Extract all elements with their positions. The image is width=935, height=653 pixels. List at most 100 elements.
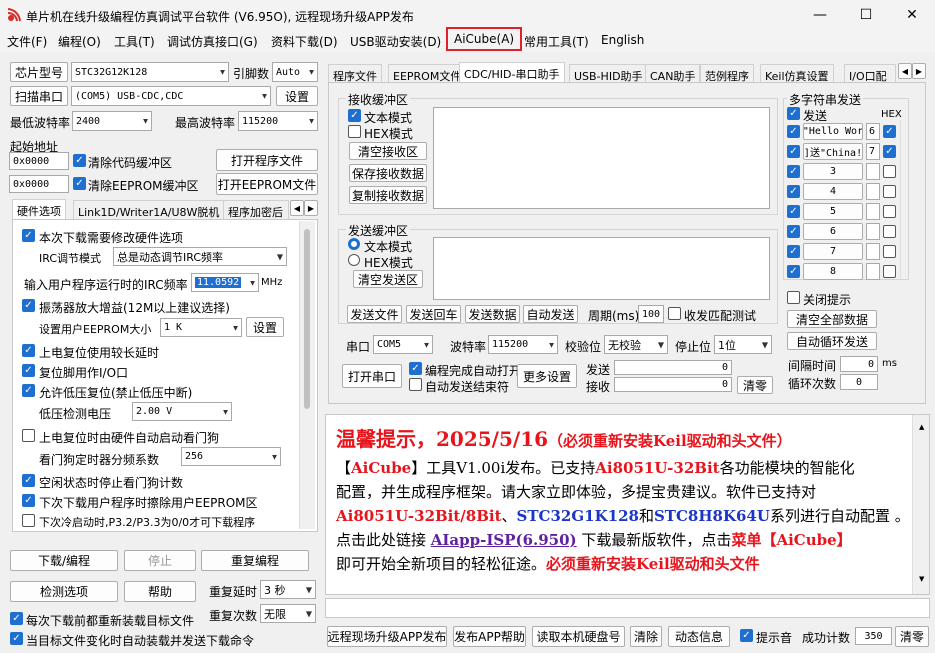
multi-send-row-checkbox[interactable]: ✓ xyxy=(787,245,800,258)
pin-count-select[interactable]: Auto ▼ xyxy=(272,62,318,82)
multi-send-row-hex-checkbox[interactable] xyxy=(883,225,896,238)
multi-send-row-number[interactable] xyxy=(866,163,880,180)
code-address-input[interactable]: 0x0000 xyxy=(9,152,69,170)
stop-button[interactable]: 停止 xyxy=(124,550,196,571)
download-program-button[interactable]: 下载/编程 xyxy=(10,550,118,571)
open-program-file-button[interactable]: 打开程序文件 xyxy=(216,149,318,171)
max-baud-select[interactable]: 115200 ▼ xyxy=(238,111,318,131)
chip-model-select[interactable]: STC32G12K128 ▼ xyxy=(71,62,229,82)
p32-p33-checkbox[interactable] xyxy=(22,514,35,527)
chip-model-button[interactable]: 芯片型号 xyxy=(10,62,68,82)
menu-tools[interactable]: 工具(T) xyxy=(114,33,155,50)
remote-upgrade-button[interactable]: 远程现场升级APP发布 xyxy=(327,626,447,647)
scroll-down-icon[interactable]: ▼ xyxy=(919,575,924,583)
multi-send-row-hex-checkbox[interactable] xyxy=(883,185,896,198)
multi-send-row-button[interactable]: 7 xyxy=(803,243,863,260)
serial-port-select[interactable]: COM5 ▼ xyxy=(373,335,433,354)
multi-send-row-checkbox[interactable]: ✓ xyxy=(787,185,800,198)
multi-send-row-checkbox[interactable]: ✓ xyxy=(787,165,800,178)
osc-gain-checkbox[interactable]: ✓ xyxy=(22,299,35,312)
wdt-auto-checkbox[interactable] xyxy=(22,429,35,442)
repeat-delay-select[interactable]: 3 秒 ▼ xyxy=(260,580,316,599)
auto-open-checkbox[interactable]: ✓ xyxy=(409,362,422,375)
min-baud-select[interactable]: 2400 ▼ xyxy=(72,111,152,131)
check-options-button[interactable]: 检测选项 xyxy=(10,581,118,602)
match-test-checkbox[interactable] xyxy=(668,307,681,320)
menu-download[interactable]: 资料下载(D) xyxy=(271,33,338,50)
close-tip-checkbox[interactable] xyxy=(787,291,800,304)
port-settings-button[interactable]: 设置 xyxy=(276,86,318,106)
reset-count-button[interactable]: 清零 xyxy=(895,626,929,647)
eeprom-address-input[interactable]: 0x0000 xyxy=(9,175,69,193)
multi-send-row-hex-checkbox[interactable] xyxy=(883,205,896,218)
idle-wdt-checkbox[interactable]: ✓ xyxy=(22,474,35,487)
multi-send-row-button[interactable]: ]送"China! xyxy=(803,143,863,160)
irc-mode-select[interactable]: 总是动态调节IRC频率 ▼ xyxy=(113,247,287,266)
clear-eeprom-checkbox[interactable]: ✓ xyxy=(73,177,86,190)
multi-send-row-hex-checkbox[interactable] xyxy=(883,245,896,258)
auto-reload-checkbox[interactable]: ✓ xyxy=(10,632,23,645)
multi-send-row-checkbox[interactable]: ✓ xyxy=(787,125,800,138)
multi-send-row-button[interactable]: 3 xyxy=(803,163,863,180)
eeprom-set-button[interactable]: 设置 xyxy=(246,317,284,337)
send-cr-button[interactable]: 发送回车 xyxy=(406,305,461,323)
clear-receive-button[interactable]: 清空接收区 xyxy=(349,142,427,160)
tab-scroll-right-icon[interactable]: ▶ xyxy=(912,63,926,79)
stop-bits-select[interactable]: 1位 ▼ xyxy=(714,335,772,354)
clear-button[interactable]: 清除 xyxy=(630,626,662,647)
multi-send-row-hex-checkbox[interactable] xyxy=(883,265,896,278)
lvr-checkbox[interactable]: ✓ xyxy=(22,384,35,397)
reload-each-checkbox[interactable]: ✓ xyxy=(10,612,23,625)
repeat-program-button[interactable]: 重复编程 xyxy=(201,550,309,571)
menu-file[interactable]: 文件(F) xyxy=(7,33,47,50)
copy-receive-button[interactable]: 复制接收数据 xyxy=(349,186,427,204)
recv-text-mode-checkbox[interactable]: ✓ xyxy=(348,109,361,122)
menu-program[interactable]: 编程(O) xyxy=(58,33,101,50)
reset-io-checkbox[interactable]: ✓ xyxy=(22,364,35,377)
multi-send-row-hex-checkbox[interactable]: ✓ xyxy=(883,125,896,138)
publish-help-button[interactable]: 发布APP帮助 xyxy=(453,626,526,647)
close-button[interactable]: ✕ xyxy=(889,0,935,30)
aicube-link[interactable]: AiCube xyxy=(351,459,411,477)
open-eeprom-file-button[interactable]: 打开EEPROM文件 xyxy=(216,173,318,195)
tab-scroll-left-icon[interactable]: ◀ xyxy=(898,63,912,79)
send-data-button[interactable]: 发送数据 xyxy=(465,305,520,323)
multi-send-row-button[interactable]: "Hello Wor xyxy=(803,123,863,140)
parity-select[interactable]: 无校验 ▼ xyxy=(604,335,668,354)
hardware-scrollbar[interactable] xyxy=(299,221,315,529)
send-text-mode-radio[interactable] xyxy=(348,238,360,250)
multi-send-row-checkbox[interactable]: ✓ xyxy=(787,265,800,278)
loop-count-input[interactable]: 0 xyxy=(840,374,878,390)
dynamic-info-button[interactable]: 动态信息 xyxy=(668,626,730,647)
multi-send-row-button[interactable]: 4 xyxy=(803,183,863,200)
multi-send-row-number[interactable]: 6 xyxy=(866,123,880,140)
wdt-div-select[interactable]: 256 ▼ xyxy=(181,447,281,466)
send-textarea[interactable] xyxy=(433,237,770,300)
minimize-button[interactable]: — xyxy=(797,0,843,30)
read-disk-button[interactable]: 读取本机硬盘号 xyxy=(532,626,625,647)
tab-scroll-right-icon[interactable]: ▶ xyxy=(304,200,318,216)
more-settings-button[interactable]: 更多设置 xyxy=(517,364,577,388)
multi-send-row-number[interactable] xyxy=(866,183,880,200)
period-input[interactable]: 100 xyxy=(638,305,664,323)
scroll-up-icon[interactable]: ▲ xyxy=(919,423,924,431)
menu-aicube[interactable]: AiCube(A) xyxy=(446,27,523,51)
multi-send-row-checkbox[interactable]: ✓ xyxy=(787,205,800,218)
multi-send-row-button[interactable]: 6 xyxy=(803,223,863,240)
menu-debug[interactable]: 调试仿真接口(G) xyxy=(167,33,258,50)
interval-input[interactable]: 0 xyxy=(840,356,878,372)
save-receive-button[interactable]: 保存接收数据 xyxy=(349,164,427,182)
port-select[interactable]: (COM5) USB-CDC,CDC ▼ xyxy=(71,86,271,106)
lvd-select[interactable]: 2.00 V ▼ xyxy=(132,402,232,421)
download-link[interactable]: AIapp-ISP(6.950) xyxy=(431,531,577,549)
recv-hex-mode-checkbox[interactable] xyxy=(348,125,361,138)
multi-send-row-checkbox[interactable]: ✓ xyxy=(787,145,800,158)
clear-code-checkbox[interactable]: ✓ xyxy=(73,154,86,167)
multi-send-row-checkbox[interactable]: ✓ xyxy=(787,225,800,238)
notice-scrollbar[interactable]: ▲ ▼ xyxy=(912,415,929,594)
erase-eeprom-checkbox[interactable]: ✓ xyxy=(22,494,35,507)
send-file-button[interactable]: 发送文件 xyxy=(347,305,402,323)
menu-usb-driver[interactable]: USB驱动安装(D) xyxy=(350,33,441,50)
help-button[interactable]: 帮助 xyxy=(124,581,196,602)
menu-english[interactable]: English xyxy=(601,33,644,47)
